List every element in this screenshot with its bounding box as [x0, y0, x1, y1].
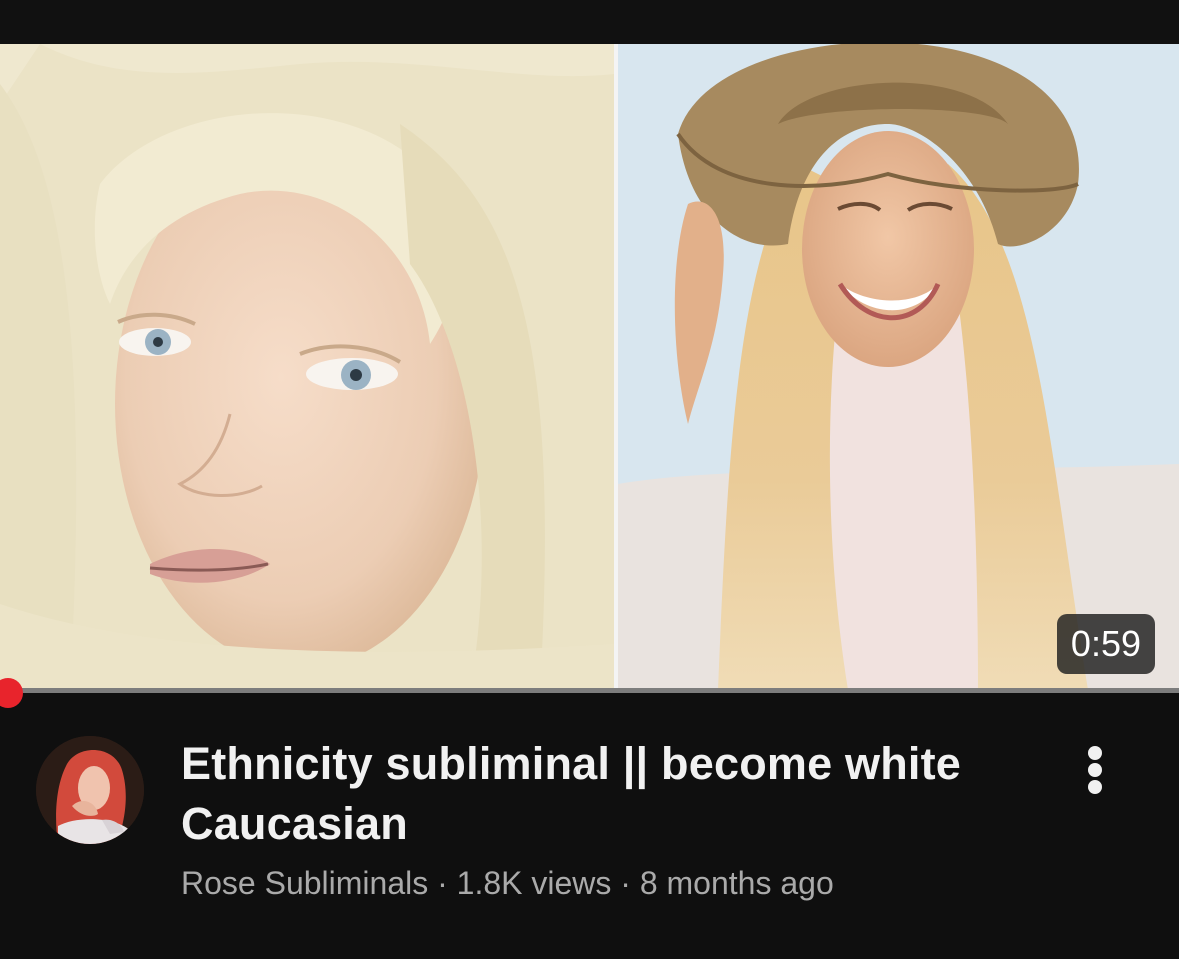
- channel-avatar-image: [36, 736, 144, 844]
- more-options-button[interactable]: [1072, 738, 1118, 802]
- video-title[interactable]: Ethnicity subliminal || become white Cau…: [181, 734, 1041, 854]
- progress-bar-track: [0, 688, 1179, 693]
- top-bar-strip: [0, 0, 1179, 44]
- channel-name[interactable]: Rose Subliminals: [181, 865, 428, 901]
- portrait-straw-hat-image: [618, 44, 1179, 690]
- view-count: 1.8K views: [456, 865, 612, 901]
- thumbnail-photo-right: [618, 44, 1179, 690]
- meta-separator: ·: [611, 865, 640, 901]
- duration-badge: 0:59: [1056, 614, 1155, 674]
- thumbnail-photo-left: [0, 44, 614, 690]
- video-thumbnail[interactable]: 0:59: [0, 44, 1179, 690]
- upload-age: 8 months ago: [639, 865, 834, 901]
- portrait-platinum-hair-image: [0, 44, 614, 690]
- video-metadata: Rose Subliminals · 1.8K views · 8 months…: [181, 861, 834, 905]
- video-card: 0:59 Ethnicity subliminal || become whit…: [0, 0, 1179, 959]
- progress-scrubber-handle[interactable]: [0, 678, 23, 708]
- meta-separator: ·: [428, 865, 457, 901]
- channel-avatar[interactable]: [36, 736, 144, 844]
